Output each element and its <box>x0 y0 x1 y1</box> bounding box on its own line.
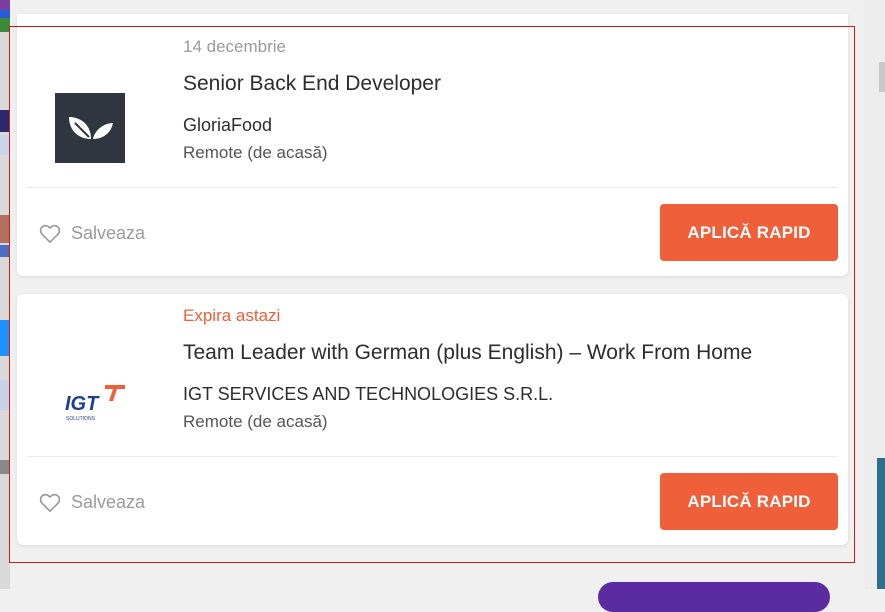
card-divider <box>27 456 838 457</box>
save-label: Salveaza <box>71 492 146 512</box>
background-window-strip <box>0 0 10 589</box>
company-name[interactable]: GloriaFood <box>183 115 272 136</box>
job-title[interactable]: Senior Back End Developer <box>183 72 441 96</box>
apply-button[interactable]: APLICĂ RAPID <box>660 204 838 261</box>
job-location: Remote (de acasă) <box>183 412 328 431</box>
heart-icon <box>39 493 61 512</box>
company-logo[interactable] <box>55 93 125 163</box>
job-title[interactable]: Team Leader with German (plus English) –… <box>183 341 752 365</box>
save-button[interactable]: Salveaza <box>39 223 145 244</box>
card-divider <box>27 187 838 188</box>
job-location: Remote (de acasă) <box>183 143 328 162</box>
job-date: 14 decembrie <box>183 37 287 56</box>
expiry-notice: Expira astazi <box>183 306 281 325</box>
job-card[interactable]: 14 decembrie Senior Back End Developer G… <box>17 14 848 276</box>
company-name[interactable]: IGT SERVICES AND TECHNOLOGIES S.R.L. <box>183 384 553 405</box>
background-window-strip-right <box>865 0 885 589</box>
igt-solutions-logo: IGT SOLUTIONS <box>65 385 125 422</box>
apply-button[interactable]: APLICĂ RAPID <box>660 473 838 530</box>
igt-logo-subtext: SOLUTIONS <box>66 416 96 422</box>
job-card[interactable]: IGT SOLUTIONS Expira astazi Team Leader … <box>17 294 848 545</box>
company-logo[interactable]: IGT SOLUTIONS <box>55 373 125 443</box>
save-button[interactable]: Salveaza <box>39 492 145 513</box>
gloriafood-leaf-icon <box>69 117 113 139</box>
save-label: Salveaza <box>71 223 146 243</box>
heart-icon <box>39 224 61 243</box>
igt-logo-text: IGT <box>65 393 100 415</box>
bottom-action-button[interactable] <box>598 582 830 612</box>
